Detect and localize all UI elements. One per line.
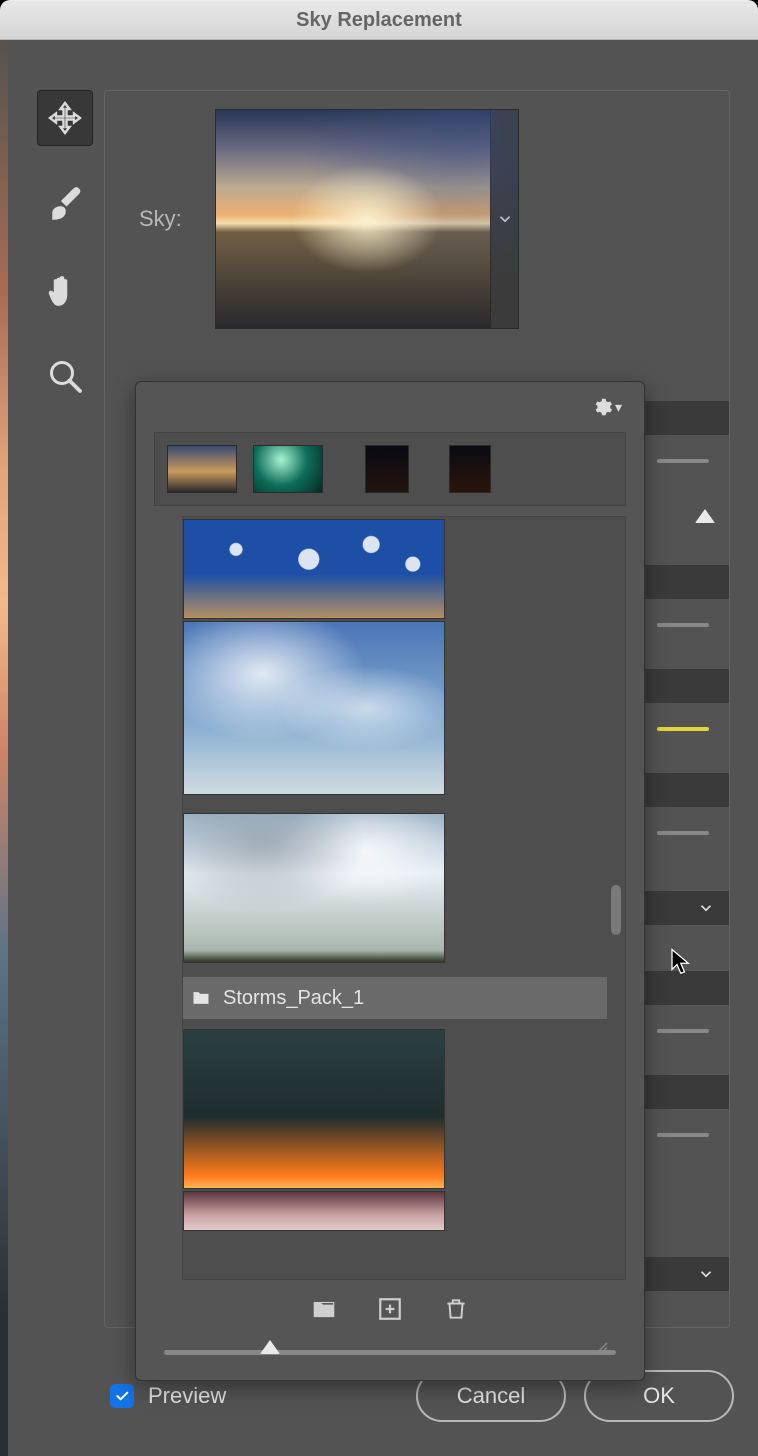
- settings-sliders: [643, 401, 729, 1291]
- slider-knob-row: [643, 509, 729, 523]
- resize-grip[interactable]: [592, 1340, 610, 1364]
- sky-preview-thumbnail: [216, 110, 490, 328]
- sky-preview[interactable]: [215, 109, 519, 329]
- dialog-title: Sky Replacement: [296, 9, 462, 32]
- zoom-tool[interactable]: [37, 348, 93, 404]
- slider-field[interactable]: [643, 401, 729, 435]
- recent-sky-thumb[interactable]: [253, 445, 323, 493]
- dialog-body: Sky:: [0, 40, 758, 1456]
- chevron-down-icon: [697, 899, 715, 917]
- sky-selector-row: Sky:: [139, 109, 717, 329]
- dialog-header: Sky Replacement: [0, 0, 758, 40]
- slider-track[interactable]: [657, 831, 709, 835]
- move-icon: [47, 100, 83, 136]
- sky-thumbnail[interactable]: [183, 519, 445, 619]
- hand-tool[interactable]: [37, 262, 93, 318]
- settings-panel: Sky:: [104, 90, 730, 1328]
- recent-sky-thumb[interactable]: [365, 445, 409, 493]
- flyout-toolbar: ▾: [136, 382, 644, 432]
- sky-list-viewport[interactable]: Storms_Pack_1: [183, 517, 607, 1279]
- add-sky-icon[interactable]: [377, 1296, 403, 1322]
- sky-thumbnail[interactable]: [183, 813, 445, 963]
- mouse-cursor: [669, 947, 695, 983]
- brush-icon: [47, 186, 83, 222]
- slider-knob[interactable]: [260, 1340, 280, 1354]
- slider-knob[interactable]: [695, 509, 715, 523]
- sky-picker-flyout: ▾ Sto: [135, 381, 645, 1381]
- folder-row[interactable]: Storms_Pack_1: [183, 977, 607, 1019]
- slider-track[interactable]: [657, 1133, 709, 1137]
- dropdown-field[interactable]: [643, 1257, 729, 1291]
- preview-checkbox[interactable]: [110, 1384, 134, 1408]
- slider-track[interactable]: [657, 623, 709, 627]
- check-icon: [114, 1388, 130, 1404]
- sky-label: Sky:: [139, 206, 193, 232]
- slider-field[interactable]: [643, 1075, 729, 1109]
- sky-thumbnail[interactable]: [183, 1029, 445, 1189]
- sky-thumbnail[interactable]: [183, 621, 445, 795]
- slider-track-highlight[interactable]: [657, 727, 709, 731]
- new-folder-icon[interactable]: [311, 1296, 337, 1322]
- thumbnail-size-slider[interactable]: [164, 1332, 616, 1372]
- magnifier-icon: [47, 358, 83, 394]
- flyout-settings-button[interactable]: ▾: [591, 396, 622, 418]
- slider-field[interactable]: [643, 669, 729, 703]
- dropdown-caret: ▾: [615, 399, 622, 416]
- brush-tool[interactable]: [37, 176, 93, 232]
- folder-name: Storms_Pack_1: [223, 987, 364, 1010]
- slider-track[interactable]: [657, 1029, 709, 1033]
- trash-icon[interactable]: [443, 1296, 469, 1322]
- slider-track[interactable]: [657, 459, 709, 463]
- recent-skies-row: [154, 432, 626, 506]
- sky-list: Storms_Pack_1: [182, 516, 626, 1280]
- scrollbar-thumb[interactable]: [611, 885, 621, 935]
- recent-sky-thumb[interactable]: [449, 445, 491, 493]
- gear-icon: [591, 396, 613, 418]
- cancel-button-label: Cancel: [457, 1383, 525, 1409]
- sky-thumbnail[interactable]: [183, 1191, 445, 1231]
- recent-sky-thumb[interactable]: [167, 445, 237, 493]
- background-image-edge: [0, 40, 8, 1456]
- hand-icon: [47, 272, 83, 308]
- ok-button-label: OK: [643, 1383, 675, 1409]
- slider-field[interactable]: [643, 773, 729, 807]
- move-tool[interactable]: [37, 90, 93, 146]
- chevron-down-icon: [697, 1265, 715, 1283]
- preview-label: Preview: [148, 1383, 226, 1409]
- slider-field[interactable]: [643, 565, 729, 599]
- slider-track: [164, 1350, 616, 1355]
- flyout-footer: [136, 1286, 644, 1332]
- dropdown-field[interactable]: [643, 891, 729, 925]
- folder-icon: [189, 988, 213, 1008]
- tool-strip: [34, 90, 96, 404]
